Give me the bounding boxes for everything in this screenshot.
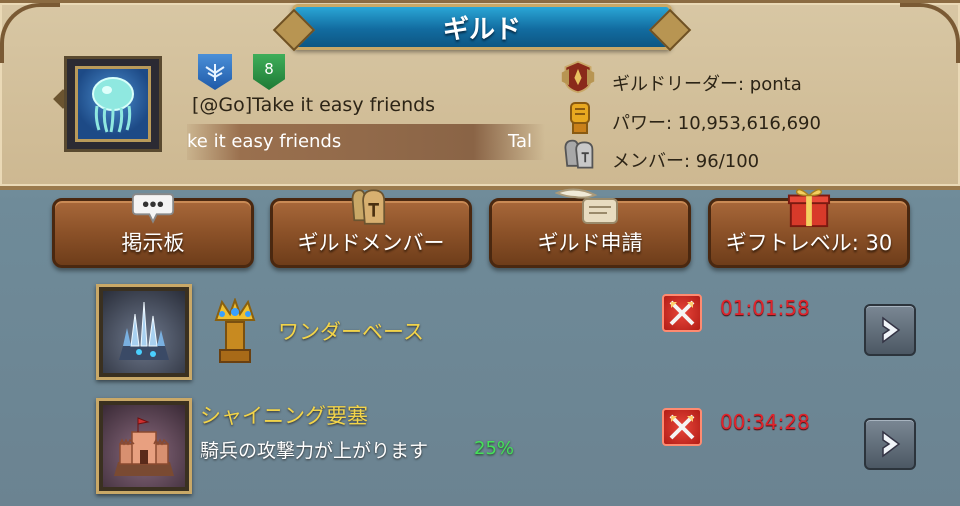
wonder-base-details-button[interactable] xyxy=(864,304,916,356)
chevron-right-icon xyxy=(882,430,901,458)
guild-application-label: ギルド申請 xyxy=(537,231,643,255)
gift-level-button[interactable]: ギフトレベル: 30 xyxy=(708,188,910,268)
gift-icon xyxy=(787,187,831,228)
guild-message-ticker: ke it easy friends Tal xyxy=(187,124,545,160)
speech-bubble-icon xyxy=(131,187,175,227)
jellyfish-emblem-icon xyxy=(75,66,151,142)
shining-fortress-title: シャイニング要塞 xyxy=(200,404,368,428)
crown-trophy-icon xyxy=(210,297,260,368)
shining-fortress-percent: 25% xyxy=(474,438,515,459)
ticker-text-repeat: Tal xyxy=(508,131,533,152)
shining-fortress-thumbnail xyxy=(96,398,192,494)
shining-fortress-description: 騎兵の攻撃力が上がります xyxy=(200,440,429,462)
fortress-icon xyxy=(103,405,185,487)
bulletin-board-label: 掲示板 xyxy=(121,231,185,255)
list-item-wonder-base[interactable] xyxy=(0,282,960,390)
guild-members: メンバー: 96/100 xyxy=(612,151,760,172)
shining-fortress-timer: 00:34:28 xyxy=(720,410,810,434)
guild-application-button[interactable]: ギルド申請 xyxy=(489,188,691,268)
guild-level: 8 xyxy=(264,60,274,78)
gift-level-label: ギフトレベル: 30 xyxy=(725,231,893,255)
wonder-base-timer: 01:01:58 xyxy=(720,296,810,320)
shining-fortress-details-button[interactable] xyxy=(864,418,916,470)
wonder-base-icon xyxy=(103,291,185,373)
quill-scroll-icon xyxy=(555,187,625,227)
guild-emblem[interactable] xyxy=(64,56,162,152)
power-fist-icon xyxy=(562,100,598,134)
page-title: ギルド xyxy=(442,14,521,45)
wonder-base-thumbnail xyxy=(96,284,192,380)
guild-power: パワー: 10,953,616,690 xyxy=(612,113,821,134)
frame-corner-left xyxy=(0,3,60,63)
helmet-icon xyxy=(349,187,393,227)
frame-corner-right xyxy=(900,3,960,63)
wonder-base-title: ワンダーベース xyxy=(278,320,424,344)
crossed-swords-icon xyxy=(662,294,702,332)
guild-members-button[interactable]: ギルドメンバー xyxy=(270,189,472,268)
crossed-swords-icon xyxy=(662,408,702,446)
chevron-right-icon xyxy=(882,316,901,344)
guild-name: [@Go]Take it easy friends xyxy=(192,94,436,116)
members-helmet-icon xyxy=(560,138,596,172)
title-banner: ギルド xyxy=(292,4,672,50)
leader-crest-icon xyxy=(560,60,596,94)
guild-leader: ギルドリーダー: ponta xyxy=(612,74,802,95)
ticker-text: ke it easy friends xyxy=(187,131,342,152)
guild-members-label: ギルドメンバー xyxy=(297,231,445,255)
bulletin-board-button[interactable]: 掲示板 xyxy=(52,193,254,268)
